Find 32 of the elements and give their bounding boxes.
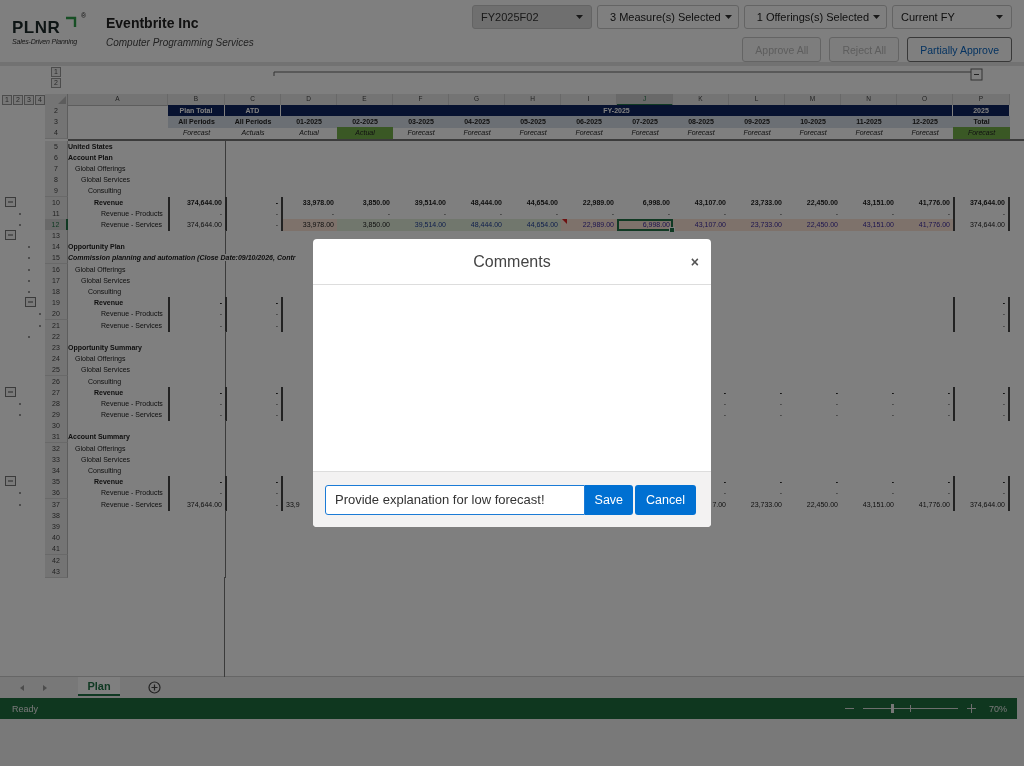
zoom-slider-thumb[interactable]	[891, 704, 895, 713]
filter-dropdown[interactable]: 1 Offerings(s) Selected	[743, 5, 887, 29]
fill-handle[interactable]	[669, 226, 675, 233]
sheet-tab[interactable]: Plan	[78, 677, 120, 696]
caret-icon	[576, 15, 584, 19]
collapse-group-icon[interactable]	[5, 386, 16, 397]
dialog-button[interactable]: Save	[584, 484, 634, 515]
logo-wordmark: PLNR	[12, 18, 61, 38]
collapse-group-icon[interactable]	[5, 476, 16, 487]
zoom-level: 70%	[989, 703, 1007, 714]
collapse-group-icon[interactable]	[5, 230, 16, 241]
company-name: Eventbrite Inc	[106, 15, 200, 31]
dialog-title: Comments	[473, 252, 551, 271]
add-sheet-icon[interactable]	[148, 681, 161, 694]
company-industry: Computer Programming Services	[106, 37, 254, 48]
filter-dropdown[interactable]: Current FY	[892, 5, 1012, 29]
status-text: Ready	[12, 703, 38, 714]
collapse-group-icon[interactable]	[5, 196, 16, 207]
close-button[interactable]: ×	[690, 255, 699, 269]
filter-dropdown[interactable]: 3 Measure(s) Selected	[597, 5, 739, 29]
comment-input[interactable]: Provide explanation for low forecast!	[325, 484, 585, 515]
logo-corner-icon	[65, 16, 77, 28]
zoom-in-icon[interactable]	[967, 704, 976, 713]
collapse-group-icon[interactable]	[25, 297, 36, 308]
comment-marker-icon	[562, 218, 567, 224]
caret-icon	[873, 15, 880, 19]
next-sheet-icon[interactable]	[42, 684, 48, 691]
previous-sheet-icon[interactable]	[19, 684, 25, 691]
approval-button[interactable]: Partially Approve	[907, 37, 1012, 62]
caret-icon	[724, 15, 732, 19]
caret-icon	[996, 15, 1003, 19]
dialog-button[interactable]: Cancel	[635, 484, 696, 515]
